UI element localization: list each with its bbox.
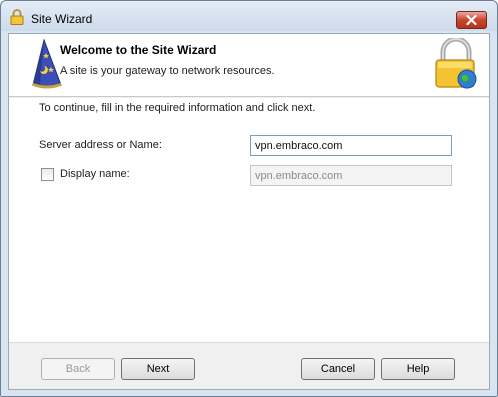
- display-name-checkbox[interactable]: [41, 168, 54, 181]
- wizard-hat-icon: [32, 39, 62, 89]
- header-subtitle: A site is your gateway to network resour…: [60, 65, 275, 77]
- back-button: Back: [41, 358, 115, 380]
- footer-divider: [9, 342, 489, 343]
- form-area: To continue, fill in the required inform…: [9, 98, 489, 342]
- instruction-text: To continue, fill in the required inform…: [39, 102, 316, 114]
- close-icon: [466, 15, 477, 25]
- help-button[interactable]: Help: [381, 358, 455, 380]
- server-address-label: Server address or Name:: [39, 139, 162, 151]
- display-name-label[interactable]: Display name:: [60, 168, 130, 180]
- header-title: Welcome to the Site Wizard: [60, 43, 217, 57]
- server-address-input[interactable]: [250, 135, 452, 156]
- cancel-button[interactable]: Cancel: [301, 358, 375, 380]
- display-name-input: [250, 165, 452, 186]
- padlock-icon: [10, 9, 24, 25]
- title-bar[interactable]: Site Wizard: [1, 1, 497, 31]
- padlock-globe-icon: [435, 38, 477, 89]
- wizard-header: Welcome to the Site Wizard A site is you…: [9, 34, 489, 97]
- site-wizard-window: Site Wizard Welcome to the Site Wizard A…: [0, 0, 498, 397]
- close-button[interactable]: [456, 11, 487, 29]
- dialog-body: Welcome to the Site Wizard A site is you…: [8, 33, 490, 390]
- window-title: Site Wizard: [31, 12, 93, 26]
- next-button[interactable]: Next: [121, 358, 195, 380]
